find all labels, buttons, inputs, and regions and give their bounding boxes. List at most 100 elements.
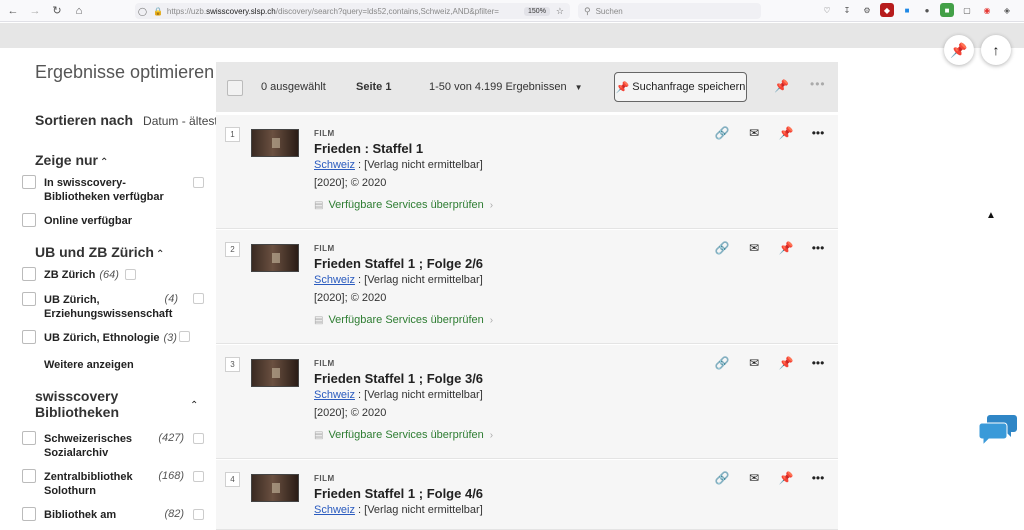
link-icon[interactable]: 🔗 <box>713 354 731 372</box>
more-icon[interactable]: ••• <box>809 469 827 487</box>
exclude-icon[interactable] <box>125 269 136 280</box>
pin-icon[interactable]: 📌 <box>777 124 795 142</box>
browser-toolbar: ← → ↻ ⌂ ◯ 🔒 https://uzb.swisscovery.slsp… <box>0 0 1024 22</box>
results-toolbar: 0 ausgewählt Seite 1 1-50 von 4.199 Erge… <box>216 62 838 112</box>
more-icon[interactable]: ••• <box>809 124 827 142</box>
exclude-icon[interactable] <box>193 471 204 482</box>
extension-icon[interactable]: ▢ <box>960 3 974 17</box>
chevron-up-icon[interactable]: ⌃ <box>190 400 198 411</box>
bookmark-star-icon[interactable]: ☆ <box>556 6 564 17</box>
facet-item[interactable]: UB Zürich, Erziehungswissenschaft (4) <box>22 292 212 321</box>
result-thumbnail[interactable] <box>251 474 299 502</box>
check-services-link[interactable]: ▤ Verfügbare Services überprüfen › <box>314 429 493 441</box>
zoom-badge[interactable]: 150% <box>524 6 550 16</box>
checkbox[interactable] <box>22 267 36 281</box>
pin-icon[interactable]: 📌 <box>777 239 795 257</box>
pin-icon[interactable]: 📌 <box>944 35 974 65</box>
mail-icon[interactable]: ✉ <box>745 354 763 372</box>
check-services-link[interactable]: ▤ Verfügbare Services überprüfen › <box>314 314 493 326</box>
more-icon[interactable]: ••• <box>809 239 827 257</box>
place-link[interactable]: Schweiz <box>314 274 355 286</box>
arrow-up-icon[interactable]: ↑ <box>981 35 1011 65</box>
select-all-checkbox[interactable] <box>227 80 243 96</box>
exclude-icon[interactable] <box>193 509 204 520</box>
facet-item[interactable]: Zentralbibliothek Solothurn (168) <box>22 469 212 498</box>
url-text: https://uzb.swisscovery.slsp.ch/discover… <box>166 6 499 16</box>
result-number[interactable]: 2 <box>225 242 240 257</box>
result-title[interactable]: Frieden Staffel 1 ; Folge 4/6 <box>314 486 483 501</box>
mouse-cursor-icon: ▲ <box>986 210 996 221</box>
checkbox[interactable] <box>22 292 36 306</box>
exclude-icon[interactable] <box>193 433 204 444</box>
link-icon[interactable]: 🔗 <box>713 469 731 487</box>
back-arrow-icon[interactable]: ← <box>4 2 22 20</box>
place-link[interactable]: Schweiz <box>314 159 355 171</box>
facet-item[interactable]: In swisscovery-Bibliotheken verfügbar <box>22 175 212 204</box>
result-thumbnail[interactable] <box>251 129 299 157</box>
facet-group-show-only[interactable]: Zeige nur ⌃ <box>35 152 108 168</box>
result-number[interactable]: 3 <box>225 357 240 372</box>
results-range-dropdown[interactable]: 1-50 von 4.199 Ergebnissen ▼ <box>429 81 583 93</box>
result-thumbnail[interactable] <box>251 359 299 387</box>
result-thumbnail[interactable] <box>251 244 299 272</box>
pin-icon[interactable]: 📌 <box>777 354 795 372</box>
result-number[interactable]: 1 <box>225 127 240 142</box>
link-icon[interactable]: 🔗 <box>713 124 731 142</box>
checkbox[interactable] <box>22 330 36 344</box>
home-icon[interactable]: ⌂ <box>70 2 88 20</box>
url-bar[interactable]: ◯ 🔒 https://uzb.swisscovery.slsp.ch/disc… <box>135 3 570 19</box>
chat-icon[interactable] <box>978 412 1018 447</box>
checkbox[interactable] <box>22 507 36 521</box>
forward-arrow-icon[interactable]: → <box>26 2 44 20</box>
show-more-link[interactable]: Weitere anzeigen <box>44 359 134 371</box>
mail-icon[interactable]: ✉ <box>745 239 763 257</box>
result-item[interactable]: 1 FILM Frieden : Staffel 1 Schweiz : [Ve… <box>216 115 838 229</box>
pin-icon[interactable]: 📌 <box>774 79 789 93</box>
checkbox[interactable] <box>22 175 36 189</box>
download-icon[interactable]: ↧ <box>840 3 854 17</box>
facet-group-ub-zb[interactable]: UB und ZB Zürich ⌃ <box>35 244 164 260</box>
browser-search-input[interactable]: ⚲ Suchen <box>578 3 761 19</box>
result-publisher: Schweiz : [Verlag nicht ermittelbar] <box>314 504 483 516</box>
mail-icon[interactable]: ✉ <box>745 469 763 487</box>
link-icon[interactable]: 🔗 <box>713 239 731 257</box>
exclude-icon[interactable] <box>193 293 204 304</box>
checkbox[interactable] <box>22 469 36 483</box>
mail-icon[interactable]: ✉ <box>745 124 763 142</box>
result-title[interactable]: Frieden Staffel 1 ; Folge 3/6 <box>314 371 483 386</box>
facet-group-libraries[interactable]: swisscovery Bibliotheken <box>35 388 205 420</box>
result-title[interactable]: Frieden : Staffel 1 <box>314 141 423 156</box>
sort-control[interactable]: Sortieren nach Datum - älteste <box>35 112 224 128</box>
result-item[interactable]: 4 FILM Frieden Staffel 1 ; Folge 4/6 Sch… <box>216 460 838 530</box>
reload-icon[interactable]: ↻ <box>48 2 66 20</box>
result-item[interactable]: 3 FILM Frieden Staffel 1 ; Folge 3/6 Sch… <box>216 345 838 459</box>
checkbox[interactable] <box>22 213 36 227</box>
more-icon[interactable]: ••• <box>810 77 826 91</box>
facet-item[interactable]: Bibliothek am (82) <box>22 507 212 522</box>
check-services-link[interactable]: ▤ Verfügbare Services überprüfen › <box>314 199 493 211</box>
checkbox[interactable] <box>22 431 36 445</box>
facet-item[interactable]: ZB Zürich (64) <box>22 267 212 282</box>
result-title[interactable]: Frieden Staffel 1 ; Folge 2/6 <box>314 256 483 271</box>
save-search-button[interactable]: 📌 Suchanfrage speichern <box>614 72 747 102</box>
ublock-icon[interactable]: ◆ <box>880 3 894 17</box>
place-link[interactable]: Schweiz <box>314 389 355 401</box>
exclude-icon[interactable] <box>179 331 190 342</box>
extension-icon[interactable]: ■ <box>900 3 914 17</box>
facet-item[interactable]: Online verfügbar <box>22 213 212 228</box>
pin-icon[interactable]: 📌 <box>777 469 795 487</box>
extension-icon[interactable]: ⚙ <box>860 3 874 17</box>
book-icon: ▤ <box>314 314 324 326</box>
extension-icon[interactable]: ◉ <box>980 3 994 17</box>
pocket-icon[interactable]: ♡ <box>820 3 834 17</box>
extension-icon[interactable]: ◈ <box>1000 3 1014 17</box>
facet-item[interactable]: Schweizerisches Sozialarchiv (427) <box>22 431 212 460</box>
exclude-icon[interactable] <box>193 177 204 188</box>
more-icon[interactable]: ••• <box>809 354 827 372</box>
extension-icon[interactable]: ■ <box>940 3 954 17</box>
result-number[interactable]: 4 <box>225 472 240 487</box>
result-item[interactable]: 2 FILM Frieden Staffel 1 ; Folge 2/6 Sch… <box>216 230 838 344</box>
puzzle-icon[interactable]: ☰ <box>1020 3 1024 17</box>
place-link[interactable]: Schweiz <box>314 504 355 516</box>
extension-icon[interactable]: ● <box>920 3 934 17</box>
